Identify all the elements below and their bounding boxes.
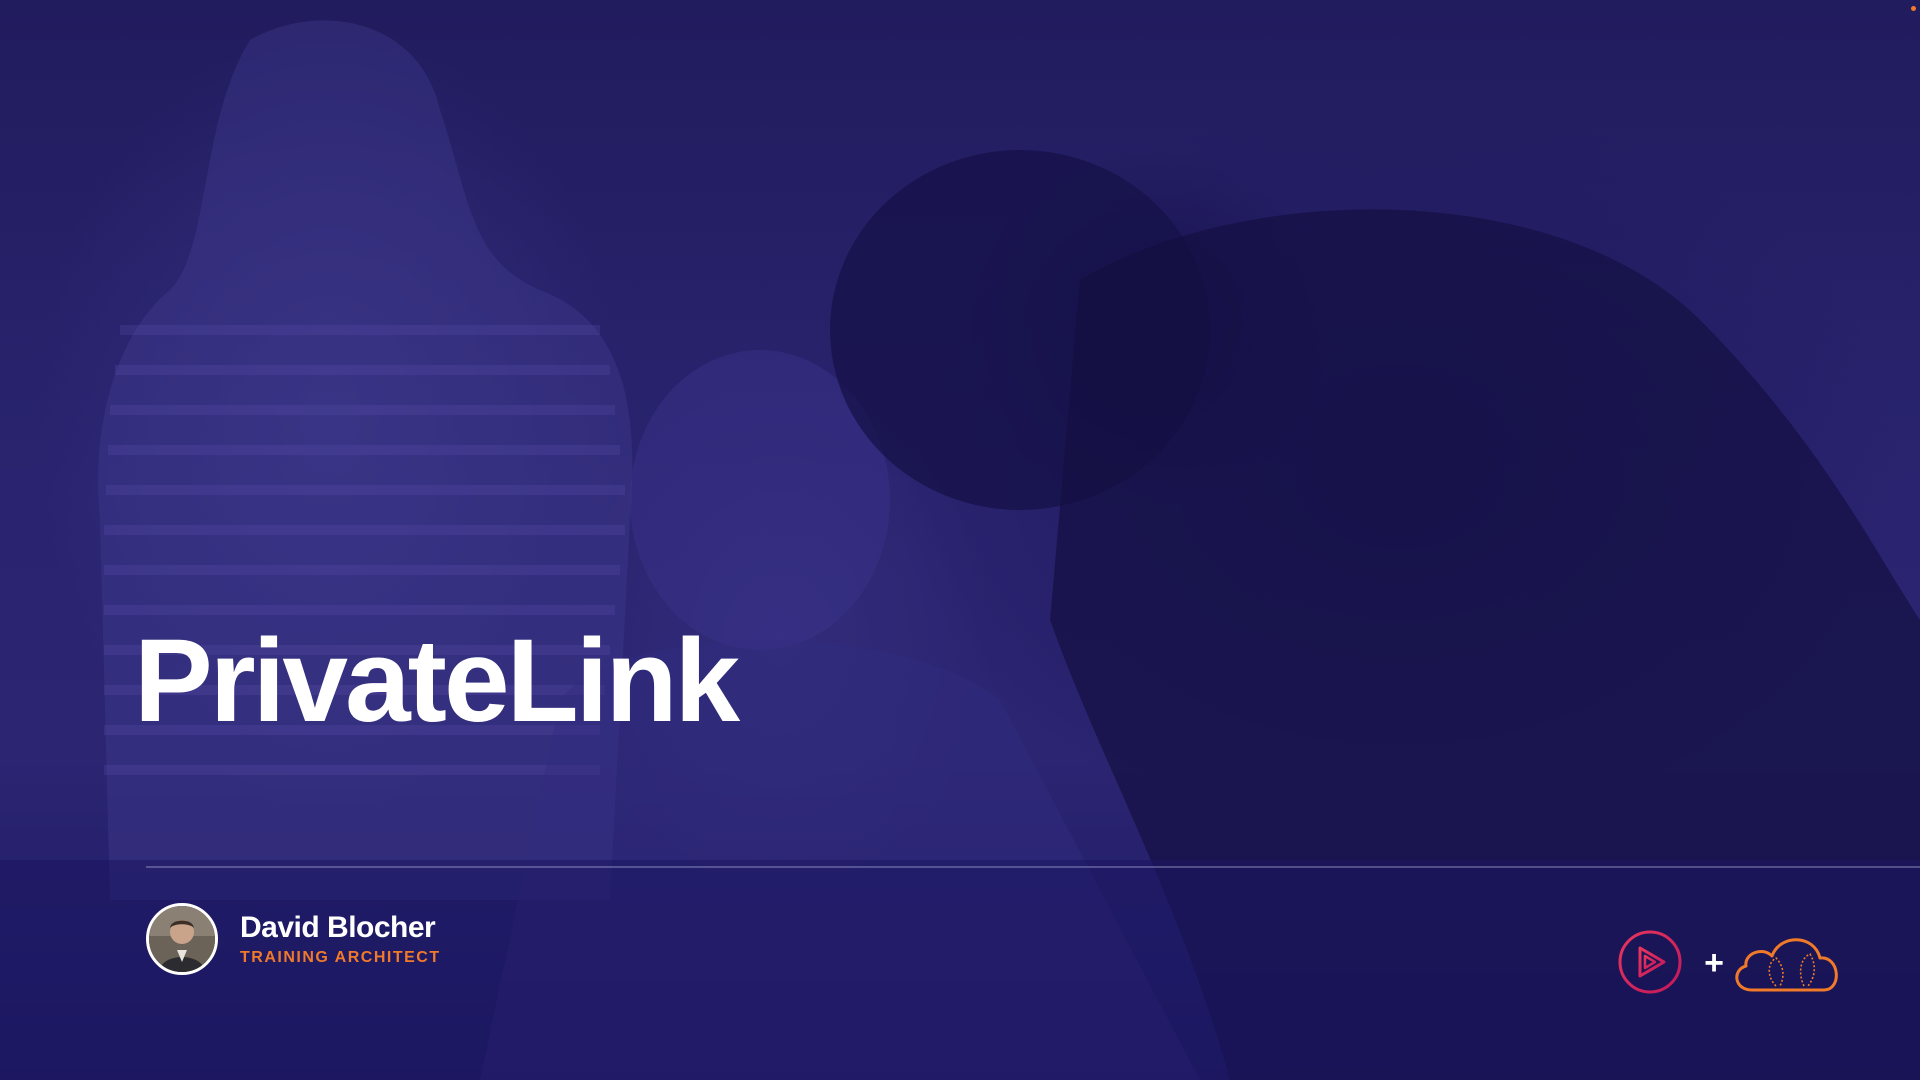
presenter-card: David Blocher TRAINING ARCHITECT	[146, 903, 441, 975]
presenter-name: David Blocher	[240, 911, 436, 944]
presenter-avatar	[146, 903, 218, 975]
corner-indicator	[1911, 6, 1916, 11]
slide-title: PrivateLink	[134, 615, 740, 747]
plus-symbol: +	[1704, 944, 1724, 982]
cloud-icon	[1735, 938, 1838, 992]
title-slide: PrivateLink David Blocher TRAINING ARCHI…	[0, 0, 1920, 1080]
play-icon	[1618, 930, 1682, 994]
person-icon	[149, 906, 215, 972]
divider	[146, 866, 1920, 868]
presenter-role: TRAINING ARCHITECT	[240, 949, 441, 966]
partner-logos: +	[1618, 930, 1838, 994]
